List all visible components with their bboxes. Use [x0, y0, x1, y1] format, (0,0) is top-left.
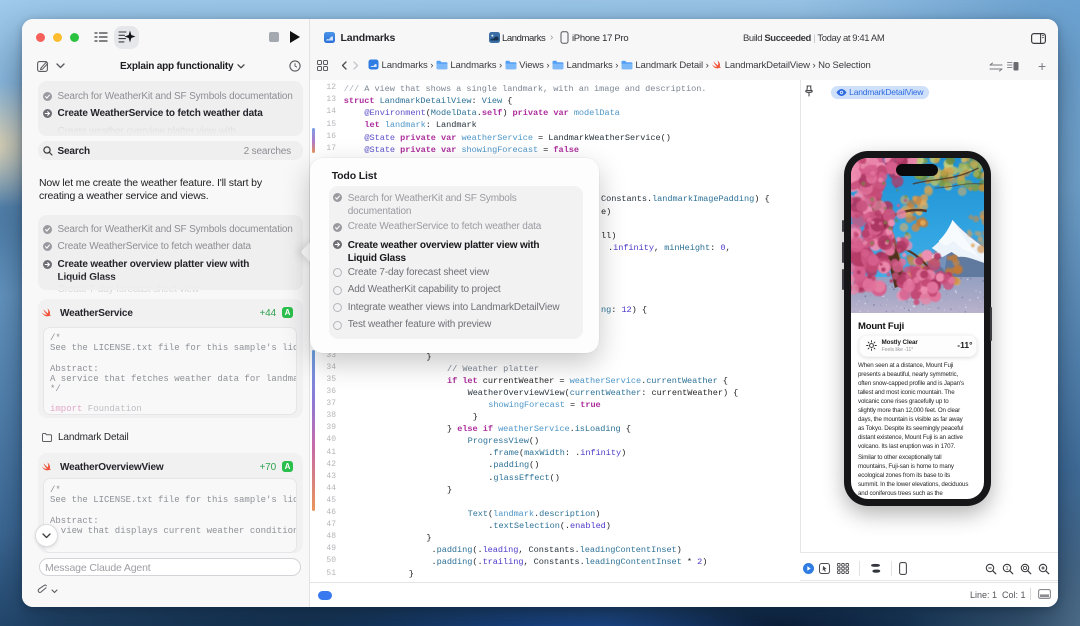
svg-text:1: 1: [1005, 566, 1008, 572]
